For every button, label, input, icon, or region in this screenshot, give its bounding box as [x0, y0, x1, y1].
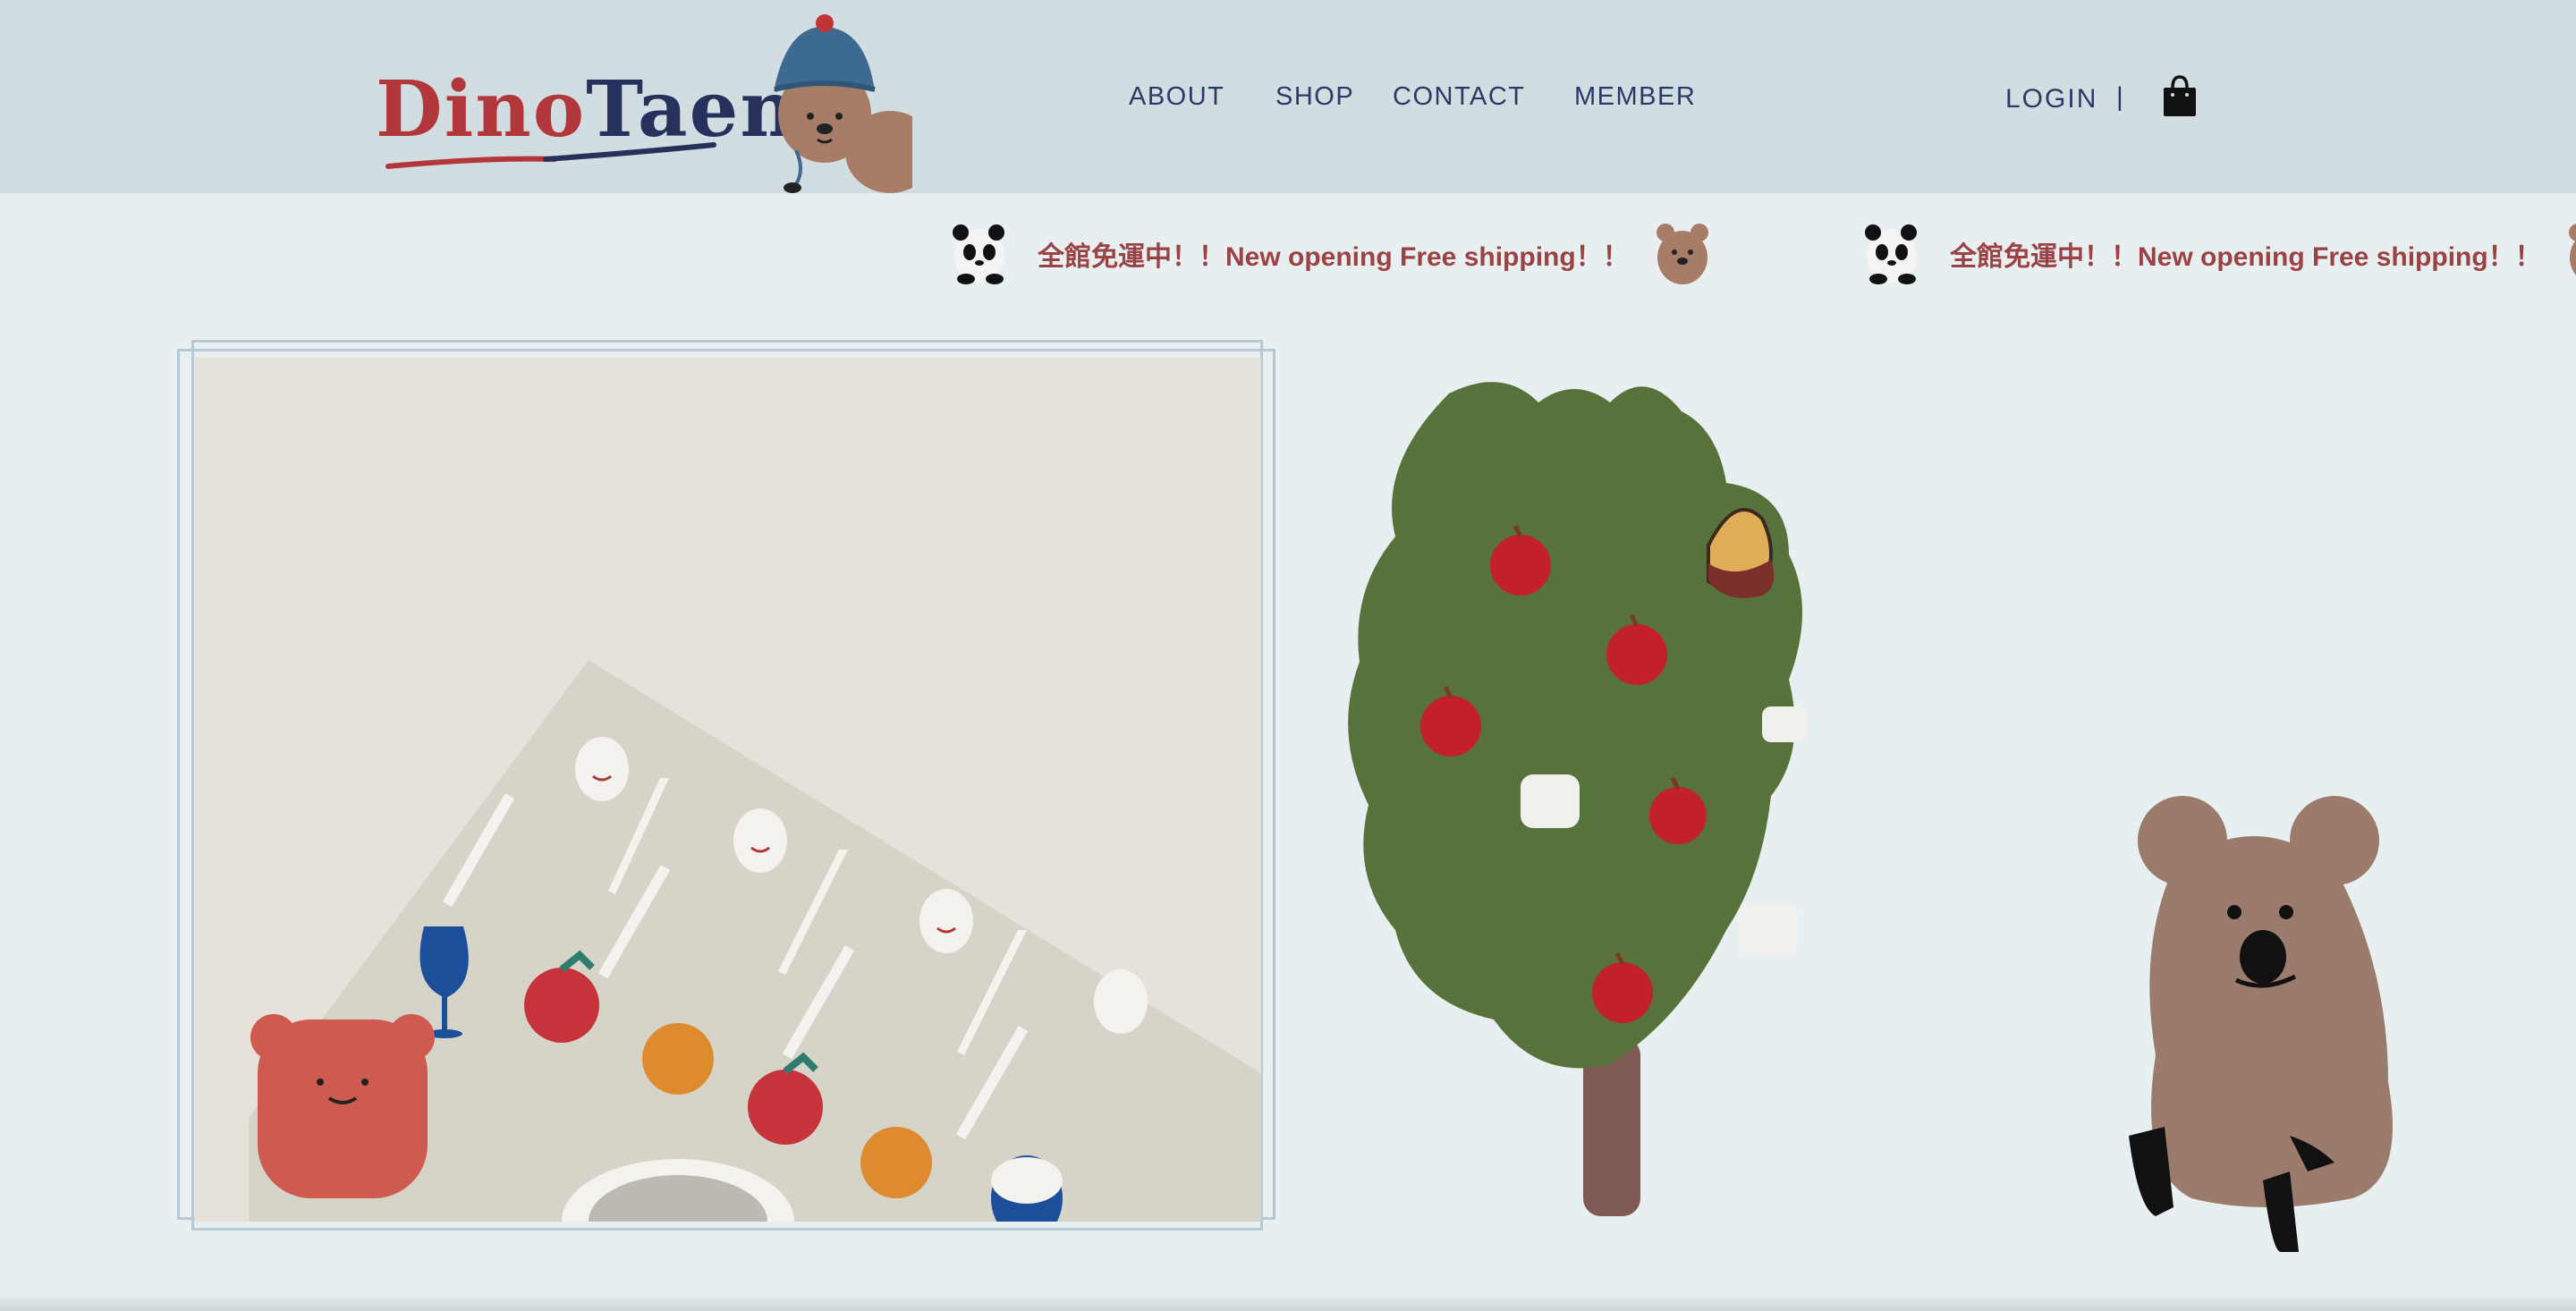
site-header: DinoTaeng ABOUT SHOP CONTACT MEMBER LOGI… [0, 0, 2576, 193]
quokka-icon [2569, 224, 2576, 275]
window-bottom-edge [0, 1293, 2576, 1311]
login-link[interactable]: LOGIN [2005, 84, 2097, 114]
nav-member[interactable]: MEMBER [1574, 82, 1696, 112]
nav-shop[interactable]: SHOP [1275, 82, 1354, 112]
nav-separator: | [2116, 82, 2123, 112]
announcement-marquee: 全館免運中！！New opening Free shipping！！ 全館免運中… [0, 193, 2576, 309]
shopping-bag-icon[interactable] [2161, 75, 2199, 118]
panda-icon [1865, 224, 1917, 284]
site-logo[interactable]: DinoTaeng [376, 9, 912, 193]
quokka-illustration [2129, 796, 2393, 1252]
announcement-text: 全館免運中！！New opening Free shipping！！ [1038, 242, 1630, 272]
apple-tree-illustration [1348, 382, 1807, 1216]
logo-quokka-icon [386, 14, 912, 193]
quokka-icon [1657, 224, 1708, 284]
nav-about[interactable]: ABOUT [1129, 82, 1224, 112]
sticker-sheet-photo[interactable] [195, 358, 1261, 1222]
announcement-text: 全館免運中！！New opening Free shipping！！ [1950, 242, 2542, 272]
panda-icon [953, 224, 1004, 284]
nav-contact[interactable]: CONTACT [1393, 82, 1526, 112]
